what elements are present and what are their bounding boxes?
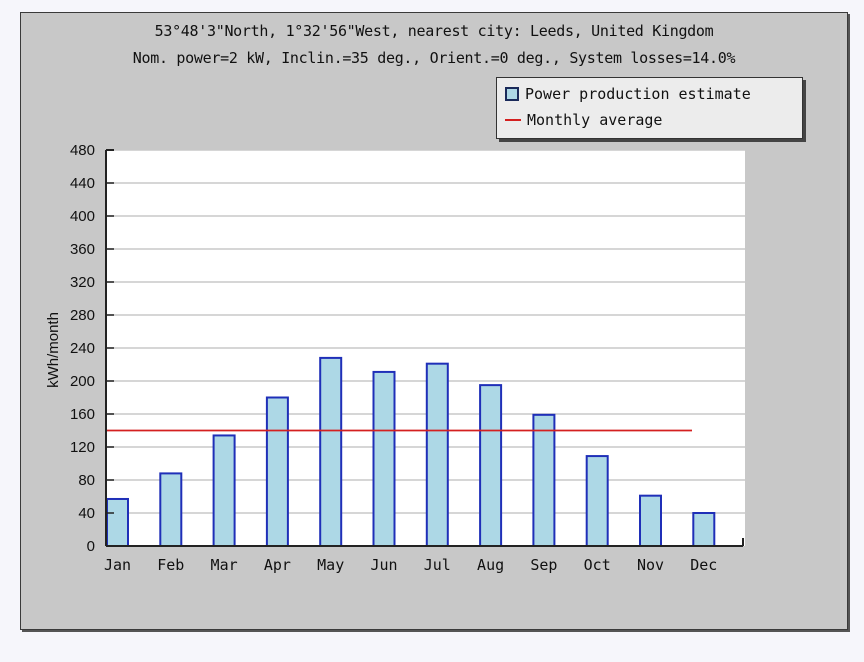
bar-oct [585,455,609,548]
bar-jan [106,497,129,548]
x-tick-label: Feb [157,556,184,574]
bar-dec [692,512,716,547]
chart-plot: 0 40 80 120 160 200 240 280 320 360 400 440 480 Jan F… [45,142,745,574]
y-tick-label: 120 [70,439,95,456]
bar-jun [372,370,396,547]
x-tick-label: Jan [104,556,131,574]
y-axis-label: kWh/month [45,312,62,388]
y-tick-label: 440 [70,175,95,192]
y-tick-label: 360 [70,241,95,258]
bar-mar [212,434,236,548]
x-tick-label: May [317,556,344,574]
x-tick-label: Oct [584,556,611,574]
y-tick-label: 240 [70,340,95,357]
y-tick-label: 400 [70,208,95,225]
bar-jul [425,362,449,547]
x-tick-label: Jun [370,556,397,574]
x-tick-label: Aug [477,556,504,574]
y-tick-label: 320 [70,274,95,291]
y-tick-label: 80 [78,472,95,489]
y-tick-label: 200 [70,373,95,390]
x-tick-labels: Jan Feb Mar Apr May Jun Jul Aug Sep Oct Nov Dec [104,556,717,574]
x-tick-label: Jul [424,556,451,574]
x-tick-label: Mar [211,556,238,574]
x-tick-label: Nov [637,556,664,574]
bar-apr [265,396,289,547]
x-tick-label: Sep [530,556,557,574]
bar-aug [479,384,503,547]
y-tick-label: 480 [70,142,95,159]
y-tick-label: 160 [70,406,95,423]
y-tick-label: 0 [87,538,95,555]
bar-sep [532,413,556,548]
bar-nov [639,494,662,547]
x-tick-label: Dec [690,556,717,574]
y-tick-label: 280 [70,307,95,324]
bar-may [319,356,343,547]
x-tick-label: Apr [264,556,291,574]
y-tick-label: 40 [78,505,95,522]
y-tick-labels: 0 40 80 120 160 200 240 280 320 360 400 440 480 [70,142,95,555]
bar-feb [159,472,183,547]
